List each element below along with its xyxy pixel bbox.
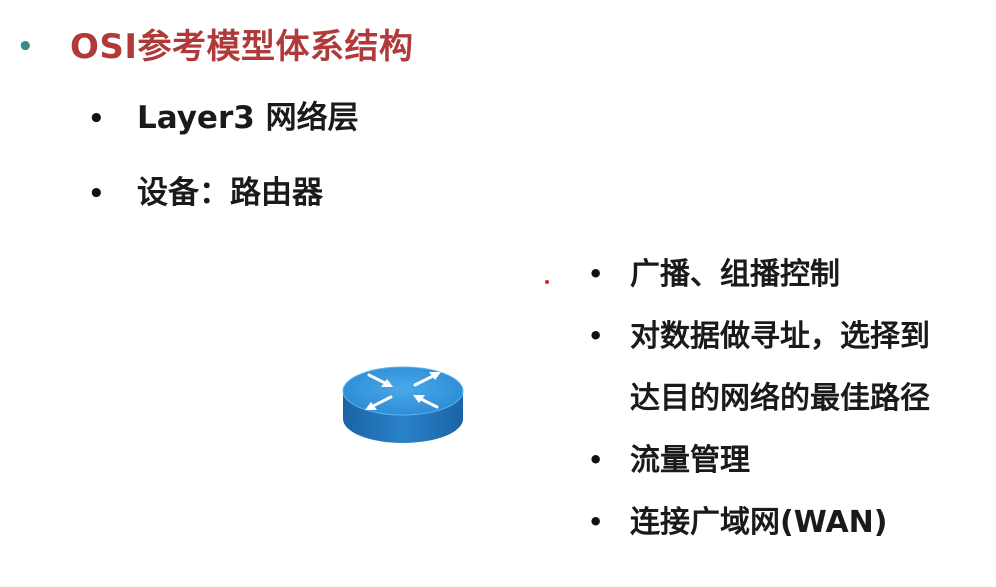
list-item-continued: 达目的网络的最佳路径: [630, 381, 930, 416]
list-item: 对数据做寻址，选择到: [630, 319, 930, 354]
router-icon: [342, 366, 464, 443]
bullet: •: [88, 179, 105, 209]
bullet: •: [588, 446, 604, 474]
bullet: •: [88, 104, 105, 134]
title-bullet: •: [17, 32, 34, 62]
list-item: 连接广域网(WAN): [630, 505, 888, 540]
list-item: 流量管理: [630, 443, 750, 478]
device-label: 设备：路由器: [137, 175, 323, 211]
slide: • OSI参考模型体系结构 • Layer3 网络层 • 设备：路由器 • 广播…: [0, 0, 996, 587]
layer-label: Layer3 网络层: [137, 100, 359, 136]
bullet: •: [588, 322, 604, 350]
bullet: •: [588, 260, 604, 288]
red-dot-mark: [545, 280, 549, 284]
bullet: •: [588, 508, 604, 536]
list-item: 广播、组播控制: [630, 257, 840, 292]
slide-title: OSI参考模型体系结构: [70, 27, 414, 67]
